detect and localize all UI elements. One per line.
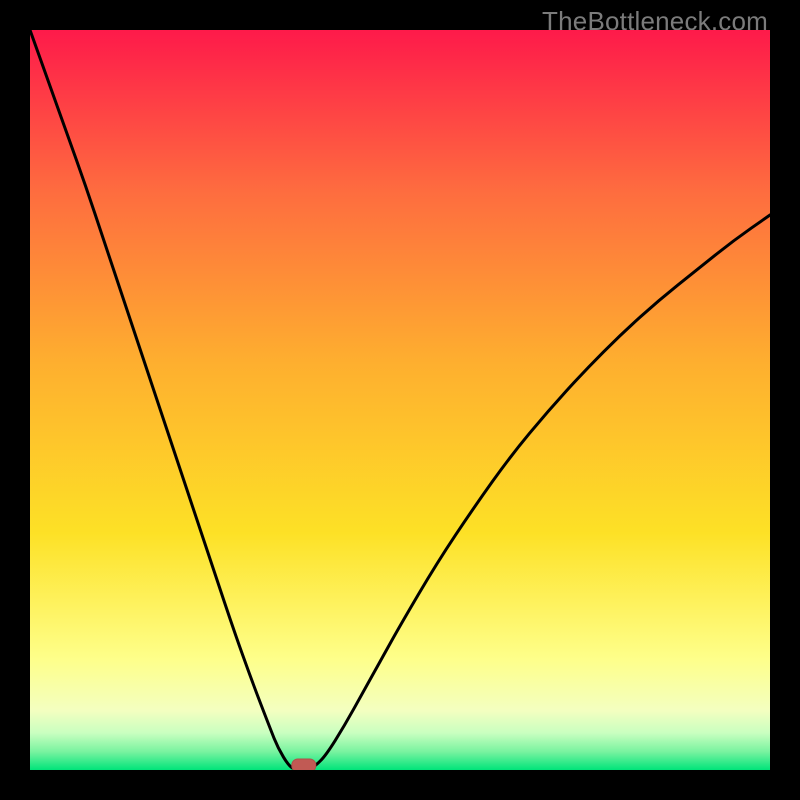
bottleneck-chart [30,30,770,770]
chart-container [30,30,770,770]
min-marker [292,759,316,770]
gradient-background [30,30,770,770]
